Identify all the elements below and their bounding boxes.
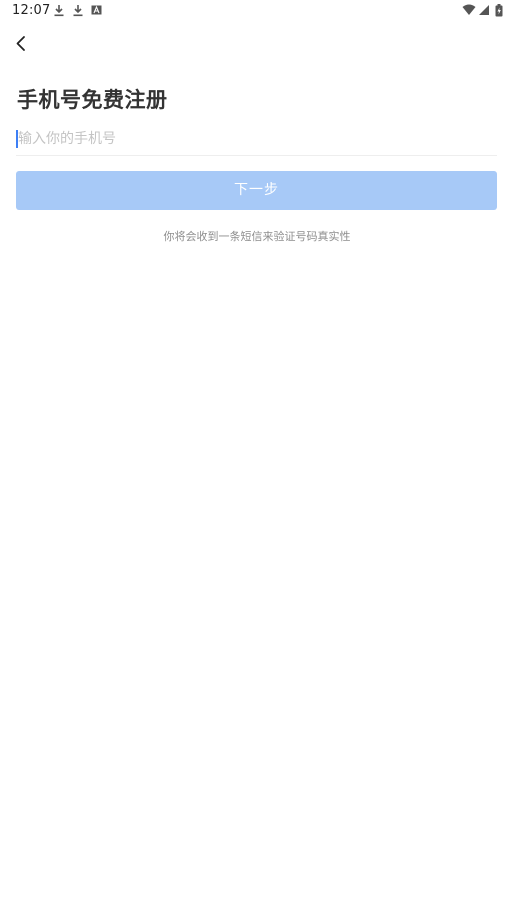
chevron-left-icon — [16, 36, 25, 51]
phone-input-container — [16, 125, 499, 156]
page-title: 手机号免费注册 — [17, 88, 168, 112]
signal-icon — [478, 4, 490, 17]
sms-hint-text: 你将会收到一条短信来验证号码真实性 — [163, 230, 351, 243]
status-time: 12:07 — [12, 3, 51, 18]
a-icon — [91, 4, 103, 17]
next-button[interactable]: 下一步 — [16, 171, 497, 210]
back-button[interactable] — [10, 32, 34, 56]
download-icon — [53, 4, 65, 17]
text-cursor — [16, 130, 18, 148]
wifi-icon — [462, 4, 476, 17]
status-bar: 12:07 — [0, 0, 514, 22]
phone-input[interactable] — [16, 125, 499, 153]
download-icon — [72, 4, 84, 17]
battery-icon — [495, 4, 503, 17]
